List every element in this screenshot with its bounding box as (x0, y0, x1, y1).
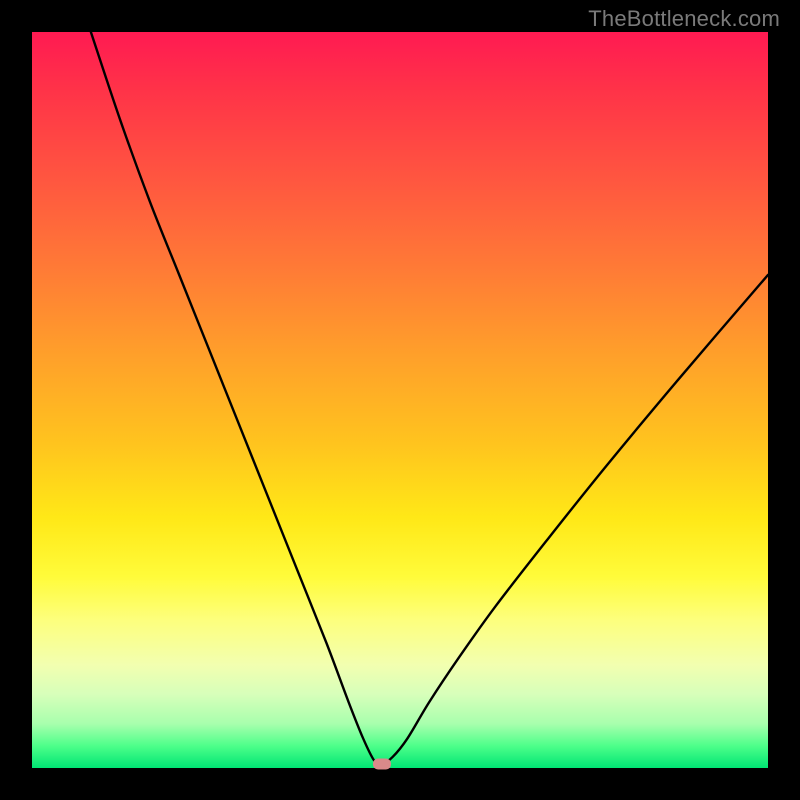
bottleneck-curve (32, 32, 768, 768)
watermark-text: TheBottleneck.com (588, 6, 780, 32)
chart-frame: TheBottleneck.com (0, 0, 800, 800)
plot-area (32, 32, 768, 768)
min-point-marker (373, 759, 391, 770)
